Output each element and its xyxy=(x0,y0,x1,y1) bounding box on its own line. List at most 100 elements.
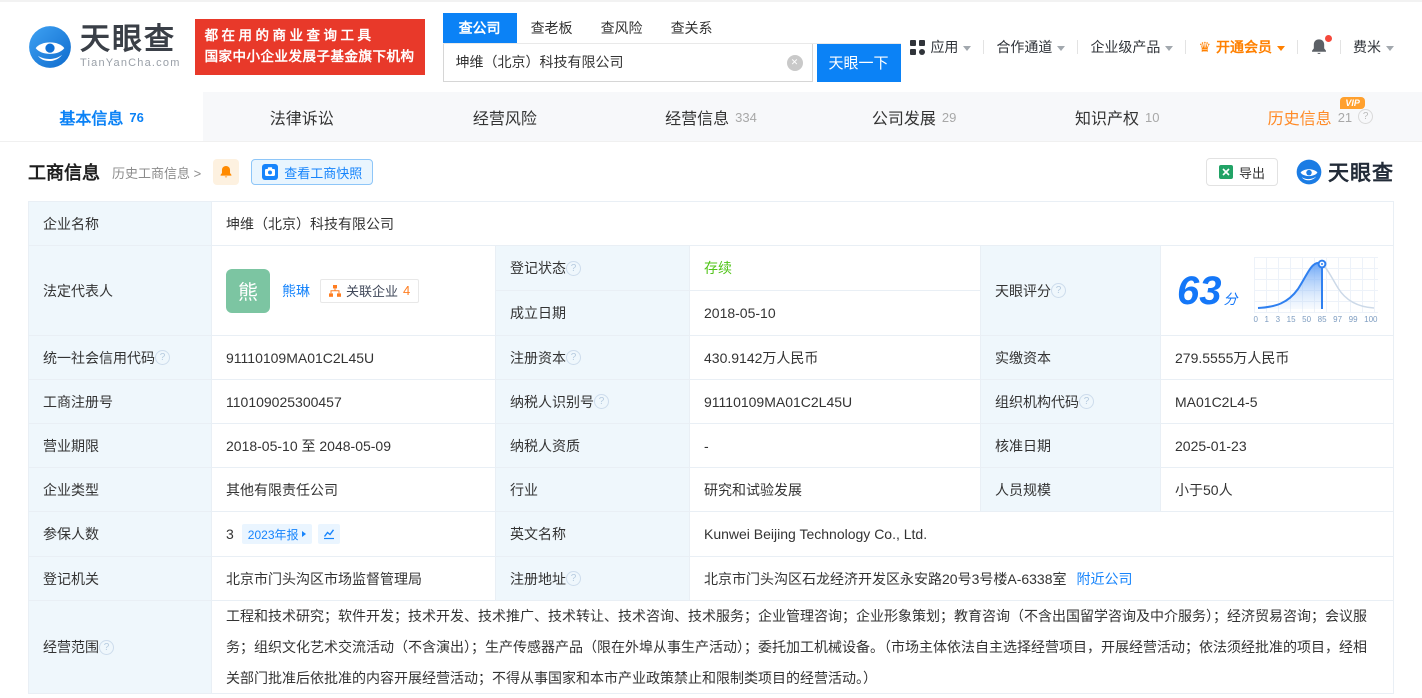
brand-slogan: 都在用的商业查询工具 国家中小企业发展子基金旗下机构 xyxy=(195,19,425,75)
insured-number: 3 xyxy=(226,526,234,542)
label-legal-representative: 法定代表人 xyxy=(29,246,212,336)
help-icon[interactable]: ? xyxy=(155,350,170,365)
nav-open-vip[interactable]: ♛ 开通会员 xyxy=(1198,37,1285,57)
value-business-term: 2018-05-10 至 2048-05-09 xyxy=(212,424,496,468)
insured-trend-chart-button[interactable] xyxy=(318,524,340,544)
annual-report-chip[interactable]: 2023年报 xyxy=(242,524,312,544)
label-industry: 行业 xyxy=(496,468,690,512)
search-module: 查公司 查老板 查风险 查关系 ✕ 天眼一下 xyxy=(443,13,901,82)
help-icon[interactable]: ? xyxy=(594,394,609,409)
value-registration-status: 存续 xyxy=(690,246,981,291)
search-tab-boss[interactable]: 查老板 xyxy=(517,13,587,43)
tab-basic-info[interactable]: 基本信息 76 xyxy=(0,92,203,141)
help-icon[interactable]: ? xyxy=(566,261,581,276)
status-badge: 存续 xyxy=(704,258,732,278)
tab-label: 知识产权 xyxy=(1075,105,1139,129)
search-tab-risk[interactable]: 查风险 xyxy=(587,13,657,43)
search-input[interactable] xyxy=(443,44,813,82)
value-text: 279.5555万人民币 xyxy=(1175,348,1289,368)
notification-bell[interactable] xyxy=(1310,38,1328,56)
tianyancha-logo[interactable]: 天眼查 TianYanCha.com xyxy=(28,25,181,69)
label-registration-status: 登记状态 ? xyxy=(496,246,690,291)
chevron-right-icon xyxy=(302,531,306,537)
legal-rep-name-link[interactable]: 熊琳 xyxy=(282,281,310,301)
tab-intellectual-property[interactable]: 知识产权 10 xyxy=(1016,92,1219,141)
nav-partner[interactable]: 合作通道 xyxy=(996,37,1065,57)
help-icon[interactable]: ? xyxy=(566,350,581,365)
label-text: 行业 xyxy=(510,480,538,500)
tab-label: 经营信息 xyxy=(665,105,729,129)
top-nav: 应用 合作通道 企业级产品 ♛ 开通会员 费米 xyxy=(910,37,1394,57)
value-legal-representative: 熊 熊琳 关联企业 4 xyxy=(212,246,496,336)
export-button-label: 导出 xyxy=(1239,163,1265,182)
help-icon[interactable]: ? xyxy=(1358,109,1373,124)
value-taxpayer-quality: - xyxy=(690,424,981,468)
search-tab-company[interactable]: 查公司 xyxy=(443,13,517,43)
tab-count: 10 xyxy=(1145,110,1159,125)
address-text: 北京市门头沟区石龙经济开发区永安路20号3号楼A-6338室 xyxy=(704,569,1067,589)
company-detail-tabs: 基本信息 76 法律诉讼 经营风险 经营信息 334 公司发展 29 知识产权 … xyxy=(0,92,1422,142)
subscribe-alert-button[interactable] xyxy=(213,159,239,185)
label-text: 法定代表人 xyxy=(43,281,113,301)
value-business-scope: 工程和技术研究；软件开发；技术开发、技术推广、技术转让、技术咨询、技术服务；企业… xyxy=(212,601,1394,694)
tab-count: 334 xyxy=(735,110,757,125)
watermark-text: 天眼查 xyxy=(1328,157,1394,187)
tab-history-info[interactable]: VIP 历史信息 21 ? xyxy=(1219,92,1422,141)
label-text: 核准日期 xyxy=(995,436,1051,456)
value-credit-code: 91110109MA01C2L45U xyxy=(212,336,496,380)
chevron-down-icon xyxy=(1277,46,1285,51)
label-text: 工商注册号 xyxy=(43,392,113,412)
label-text: 注册地址 xyxy=(510,569,566,589)
legal-rep-avatar[interactable]: 熊 xyxy=(226,269,270,313)
help-icon[interactable]: ? xyxy=(566,571,581,586)
slogan-line1: 都在用的商业查询工具 xyxy=(205,26,415,47)
label-text: 营业期限 xyxy=(43,436,99,456)
search-tab-relation[interactable]: 查关系 xyxy=(657,13,727,43)
related-companies-chip[interactable]: 关联企业 4 xyxy=(320,279,419,303)
tab-legal-litigation[interactable]: 法律诉讼 xyxy=(203,92,406,141)
tab-count: 29 xyxy=(942,110,956,125)
help-icon[interactable]: ? xyxy=(1079,394,1094,409)
chevron-down-icon xyxy=(1165,46,1173,51)
value-text: - xyxy=(704,438,709,454)
value-text: 91110109MA01C2L45U xyxy=(704,394,852,410)
search-tabs: 查公司 查老板 查风险 查关系 xyxy=(443,13,901,44)
tab-operating-risk[interactable]: 经营风险 xyxy=(406,92,609,141)
search-button[interactable]: 天眼一下 xyxy=(817,44,901,82)
tianyancha-logo-icon xyxy=(28,25,72,69)
label-taxpayer-id: 纳税人识别号 ? xyxy=(496,380,690,424)
top-bar: 天眼查 TianYanCha.com 都在用的商业查询工具 国家中小企业发展子基… xyxy=(0,2,1422,92)
tab-company-development[interactable]: 公司发展 29 xyxy=(813,92,1016,141)
nav-apps[interactable]: 应用 xyxy=(910,37,971,57)
org-chart-icon xyxy=(329,285,341,297)
label-text: 英文名称 xyxy=(510,524,566,544)
history-business-info-link[interactable]: 历史工商信息 > xyxy=(112,163,201,182)
value-registered-capital: 430.9142万人民币 xyxy=(690,336,981,380)
tab-label: 经营风险 xyxy=(473,105,537,129)
divider xyxy=(1297,40,1298,54)
nav-user[interactable]: 费米 xyxy=(1353,37,1394,57)
label-text: 纳税人资质 xyxy=(510,436,580,456)
score-value: 63 xyxy=(1177,271,1222,311)
help-icon[interactable]: ? xyxy=(99,640,114,655)
label-text: 人员规模 xyxy=(995,480,1051,500)
camera-icon xyxy=(262,164,278,180)
label-registration-number: 工商注册号 xyxy=(29,380,212,424)
help-icon[interactable]: ? xyxy=(1051,283,1066,298)
value-text: 2018-05-10 至 2048-05-09 xyxy=(226,436,391,456)
export-button[interactable]: 导出 xyxy=(1206,158,1278,186)
value-text: 2018-05-10 xyxy=(704,305,776,321)
label-text: 成立日期 xyxy=(510,303,566,323)
label-registration-authority: 登记机关 xyxy=(29,557,212,601)
username: 费米 xyxy=(1353,37,1381,57)
section-title: 工商信息 xyxy=(28,159,100,185)
tab-business-info[interactable]: 经营信息 334 xyxy=(609,92,812,141)
clear-search-icon[interactable]: ✕ xyxy=(787,55,803,71)
chevron-down-icon xyxy=(1386,46,1394,51)
vip-badge: VIP xyxy=(1340,97,1365,109)
nearby-companies-link[interactable]: 附近公司 xyxy=(1077,569,1133,589)
value-industry: 研究和试验发展 xyxy=(690,468,981,512)
view-business-snapshot-button[interactable]: 查看工商快照 xyxy=(251,159,373,185)
related-companies-label: 关联企业 xyxy=(346,281,398,300)
nav-enterprise-products[interactable]: 企业级产品 xyxy=(1090,37,1173,57)
